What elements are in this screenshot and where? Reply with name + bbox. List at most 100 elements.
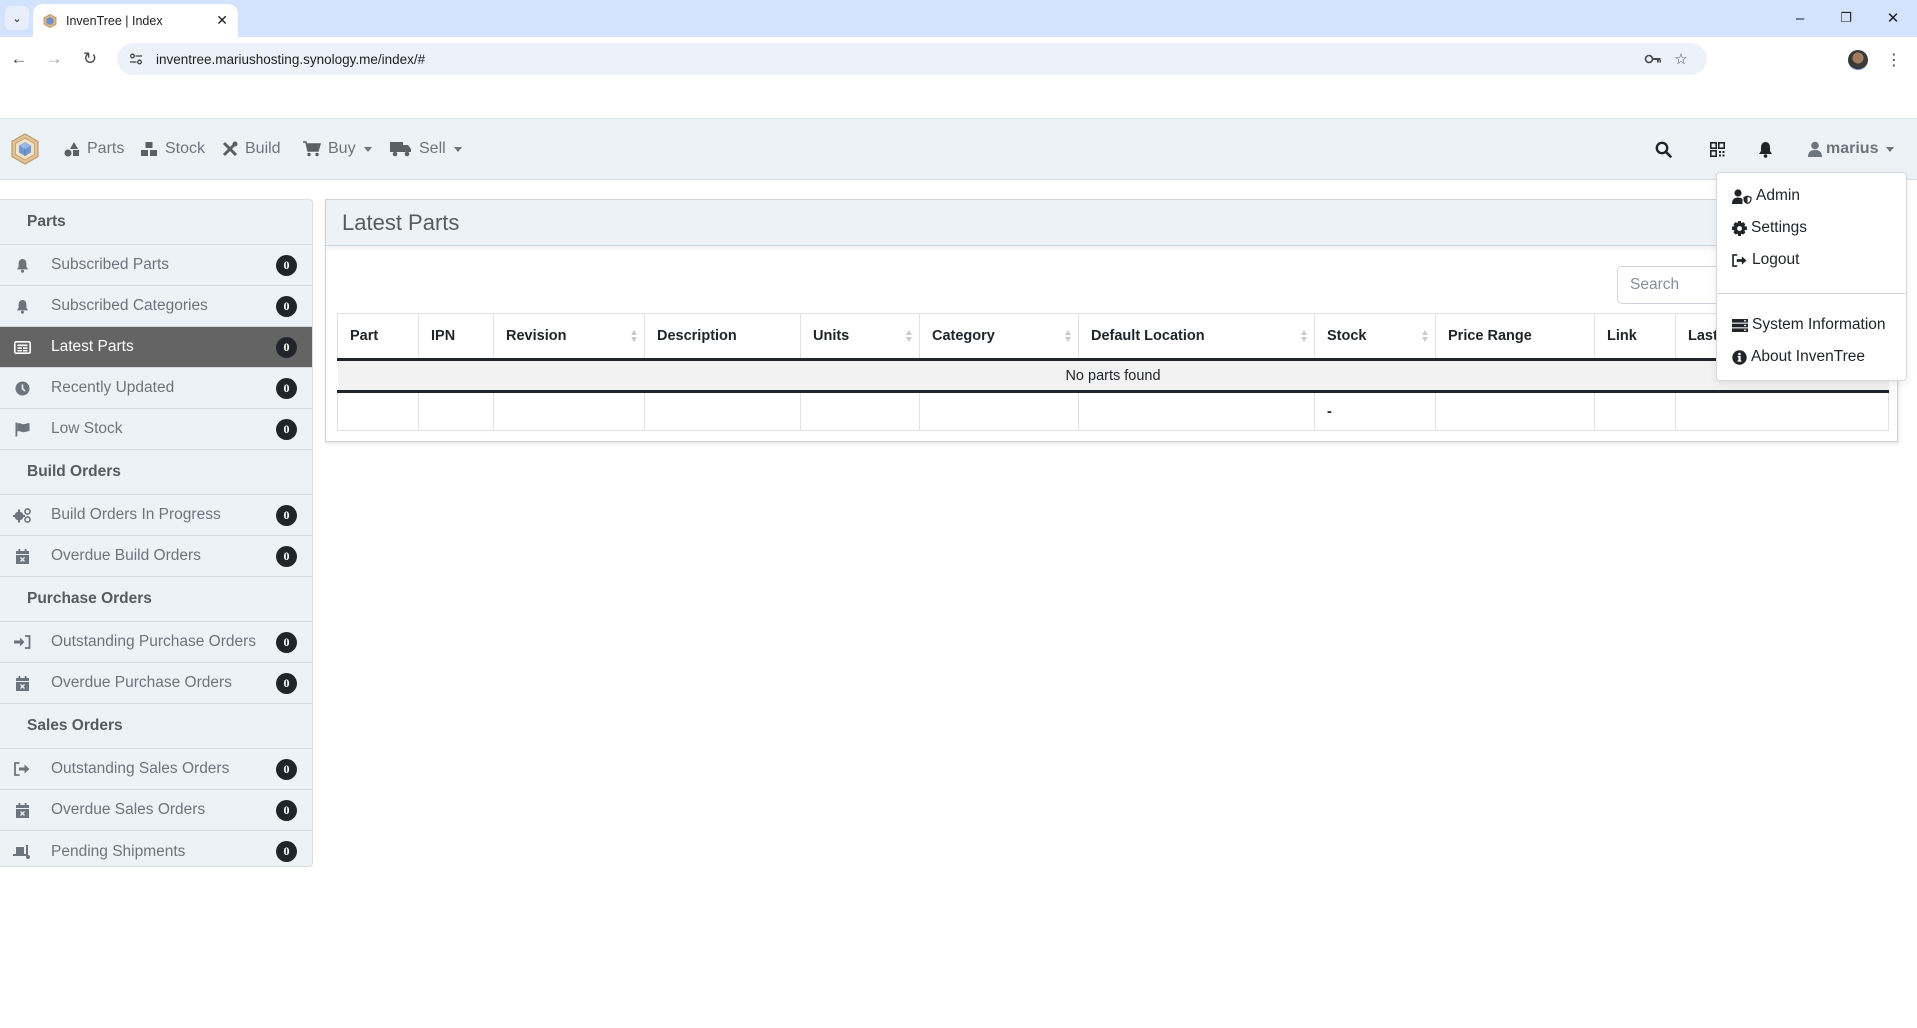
column-label: IPN [431,328,456,344]
count-badge: 0 [276,505,297,526]
browser-tab-active[interactable]: InvenTree | Index ✕ [33,4,238,37]
key-icon[interactable] [1639,45,1667,73]
menu-item-admin[interactable]: Admin [1732,183,1800,209]
column-header-stock[interactable]: Stock [1314,313,1436,361]
sidebar-item-pending-shipments[interactable]: Pending Shipments 0 [0,831,312,872]
inventree-favicon [43,13,57,28]
search-icon [1655,141,1672,158]
sidebar-item-outstanding-sales-orders[interactable]: Outstanding Sales Orders 0 [0,749,312,790]
nav-sell[interactable]: Sell [390,119,462,179]
search-button[interactable] [1650,119,1676,179]
column-header-ipn[interactable]: IPN [418,313,494,361]
column-header-description[interactable]: Description [644,313,801,361]
menu-item-label: About InvenTree [1751,348,1866,365]
reload-button[interactable]: ↻ [77,46,103,72]
column-header-revision[interactable]: Revision [493,313,645,361]
nav-buy-label: Buy [328,140,356,157]
back-arrow-icon: ← [10,49,28,68]
nav-stock[interactable]: Stock [140,119,205,179]
profile-avatar[interactable] [1848,50,1868,70]
qrcode-icon [1709,141,1725,157]
sidebar-item-subscribed-parts[interactable]: Subscribed Parts 0 [0,245,312,286]
count-badge: 0 [276,378,297,399]
app-navbar: Parts Stock Build Buy Sell marius [0,118,1917,180]
server-icon [1732,318,1748,332]
menu-item-system-information[interactable]: System Information [1732,312,1886,338]
sidebar-item-label: Subscribed Parts [51,256,170,273]
forward-button[interactable]: → [41,46,67,72]
sidebar-item-label: Overdue Purchase Orders [51,674,232,691]
column-label: Revision [506,328,567,344]
calendar-times-icon [12,548,32,564]
column-header-units[interactable]: Units [800,313,920,361]
dolly-icon [12,844,32,859]
column-label: Default Location [1091,328,1205,344]
sidebar-item-low-stock[interactable]: Low Stock 0 [0,409,312,450]
caret-down-icon [453,146,462,152]
empty-message: No parts found [337,359,1889,393]
footer-cell [337,391,419,431]
sidebar-item-overdue-build-orders[interactable]: Overdue Build Orders 0 [0,536,312,577]
footer-cell [1594,391,1676,431]
shapes-icon [64,141,80,157]
inventree-logo[interactable] [10,133,40,165]
address-bar[interactable]: inventree.mariushosting.synology.me/inde… [117,43,1707,75]
user-name: marius [1826,140,1879,157]
nav-parts[interactable]: Parts [64,119,124,179]
count-badge: 0 [276,841,297,862]
parts-table: Part IPN Revision Description Units Cate… [337,313,1889,431]
restore-button[interactable]: ❐ [1823,5,1869,31]
site-settings-icon[interactable] [124,47,148,71]
footer-cell [800,391,920,431]
column-header-category[interactable]: Category [919,313,1079,361]
back-button[interactable]: ← [6,46,32,72]
sidebar-item-outstanding-purchase-orders[interactable]: Outstanding Purchase Orders 0 [0,622,312,663]
sidebar-item-subscribed-categories[interactable]: Subscribed Categories 0 [0,286,312,327]
column-header-link[interactable]: Link [1594,313,1676,361]
close-icon[interactable]: ✕ [216,12,228,29]
sidebar-item-overdue-sales-orders[interactable]: Overdue Sales Orders 0 [0,790,312,831]
info-circle-icon [1732,349,1747,365]
column-label: Units [813,328,850,344]
user-menu-toggle[interactable]: marius [1808,119,1895,179]
url-text[interactable]: inventree.mariushosting.synology.me/inde… [156,52,1639,67]
notifications-button[interactable] [1752,119,1778,179]
user-shield-icon [1732,188,1752,204]
menu-item-settings[interactable]: Settings [1732,215,1807,241]
nav-stock-label: Stock [165,140,206,157]
close-window-icon: ✕ [1886,10,1900,27]
sidebar-item-label: Overdue Build Orders [51,547,201,564]
vertical-dots-icon[interactable]: ⋮ [1884,47,1904,73]
user-icon [1808,141,1822,157]
menu-item-about-inventree[interactable]: About InvenTree [1732,344,1865,370]
tab-list-button[interactable]: ⌄ [5,6,29,30]
footer-cell [919,391,1079,431]
count-badge: 0 [276,800,297,821]
nav-build[interactable]: Build [222,119,281,179]
sort-icon [1301,330,1308,344]
browser-toolbar: ← → ↻ inventree.mariushosting.synology.m… [0,37,1917,82]
sidebar-section-build-orders: Build Orders [0,450,312,495]
column-label: Category [932,328,995,344]
caret-down-icon [363,146,372,152]
minimize-button[interactable]: – [1777,5,1823,31]
sidebar-item-overdue-purchase-orders[interactable]: Overdue Purchase Orders 0 [0,663,312,704]
nav-buy[interactable]: Buy [303,119,372,179]
boxes-icon [140,141,158,157]
column-header-price-range[interactable]: Price Range [1435,313,1595,361]
sidebar-section-purchase-orders: Purchase Orders [0,577,312,622]
sidebar-item-build-orders-in-progress[interactable]: Build Orders In Progress 0 [0,495,312,536]
menu-item-logout[interactable]: Logout [1732,247,1799,273]
column-header-part[interactable]: Part [337,313,419,361]
browser-tabstrip: ⌄ InvenTree | Index ✕ – ❐ ✕ [0,0,1917,37]
star-icon[interactable]: ☆ [1667,45,1695,73]
count-badge: 0 [276,546,297,567]
calendar-times-icon [12,802,32,818]
scan-barcode-button[interactable] [1704,119,1730,179]
sidebar-item-latest-parts[interactable]: Latest Parts 0 [0,327,312,368]
count-badge: 0 [276,759,297,780]
close-window-button[interactable]: ✕ [1870,5,1916,31]
column-label: Stock [1327,328,1367,344]
sidebar-item-recently-updated[interactable]: Recently Updated 0 [0,368,312,409]
column-header-default-location[interactable]: Default Location [1078,313,1315,361]
